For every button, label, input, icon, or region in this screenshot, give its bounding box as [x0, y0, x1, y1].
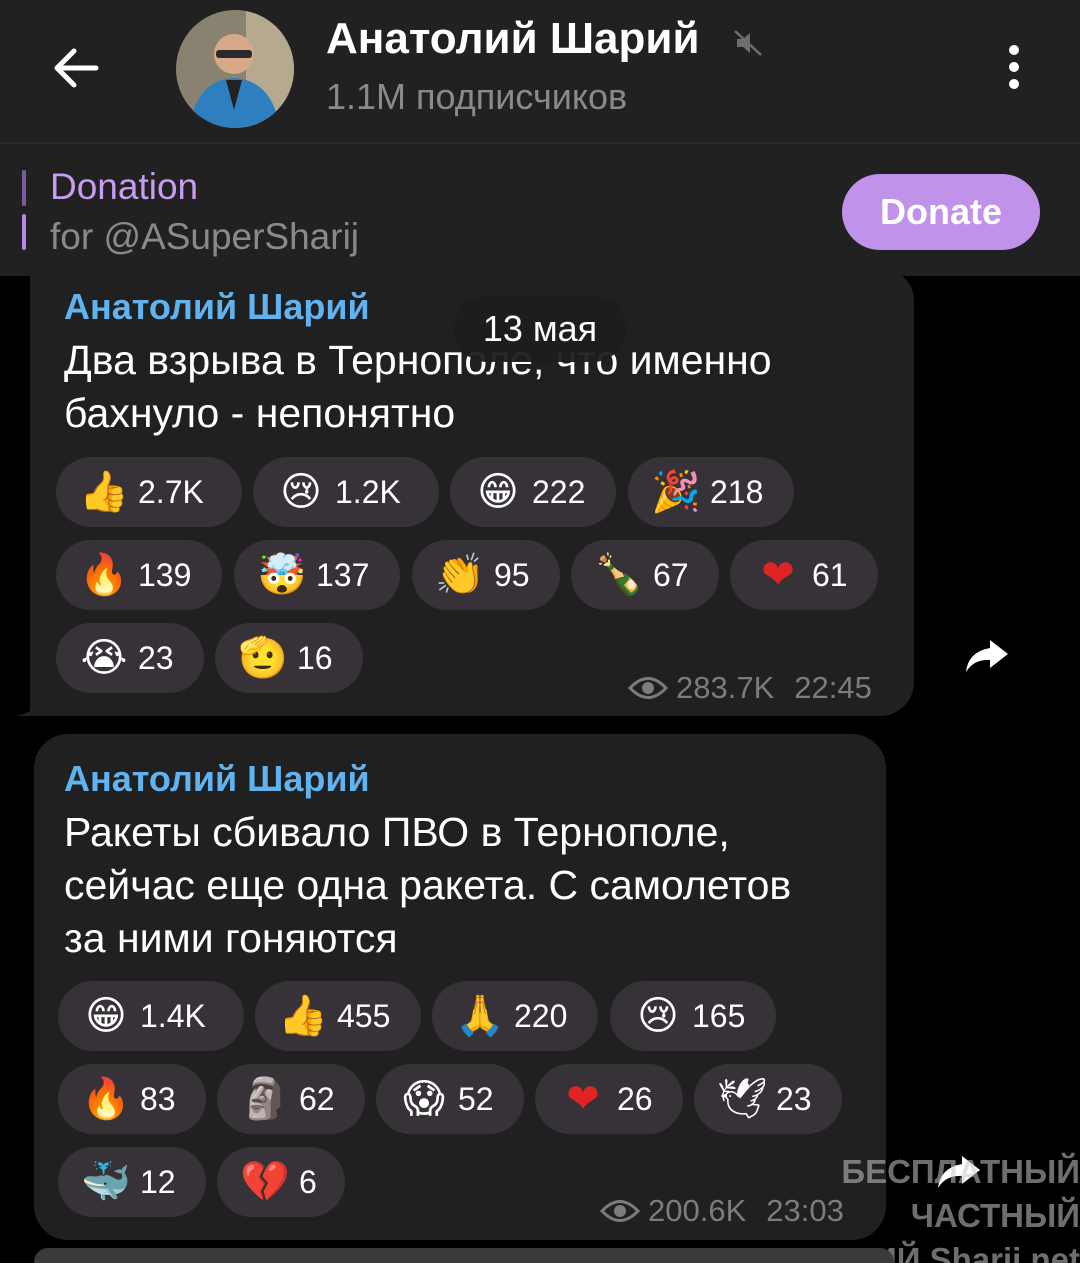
message-meta: 283.7K 22:45 — [628, 670, 872, 706]
reaction-count: 6 — [299, 1163, 317, 1200]
reaction-chip[interactable]: ❤ 61 — [730, 540, 878, 610]
message-text-line: бахнуло - непонятно — [64, 390, 456, 436]
muted-speaker-icon — [734, 30, 762, 56]
eye-icon — [628, 677, 668, 699]
reaction-chip[interactable]: 🗿 62 — [217, 1064, 365, 1134]
message-text-line: за ними гоняются — [64, 915, 398, 961]
moai-icon: 🗿 — [240, 1076, 290, 1122]
thumbs-up-icon: 👍 — [79, 469, 129, 515]
reaction-count: 222 — [532, 473, 586, 510]
fire-icon: 🔥 — [79, 552, 129, 598]
subscriber-count: 1.1M подписчиков — [326, 76, 628, 117]
reaction-count: 220 — [514, 997, 568, 1034]
reaction-chip[interactable]: 🐳 12 — [58, 1147, 206, 1217]
reaction-count: 83 — [140, 1080, 176, 1117]
message-author[interactable]: Анатолий Шарий — [64, 758, 370, 800]
folded-hands-icon: 🙏 — [455, 993, 505, 1039]
reaction-count: 218 — [710, 473, 764, 510]
fire-icon: 🔥 — [81, 1076, 131, 1122]
reaction-count: 61 — [812, 556, 848, 593]
pinned-message[interactable]: Donation for @ASuperSharij Donate — [0, 142, 1080, 276]
reaction-chip[interactable]: 🙏 220 — [432, 981, 598, 1051]
reaction-chip[interactable]: 🍾 67 — [571, 540, 719, 610]
reaction-chip[interactable]: 🎉 218 — [628, 457, 794, 527]
reaction-chip[interactable]: 😭 23 — [56, 623, 204, 693]
reaction-chip[interactable]: ❤ 26 — [535, 1064, 683, 1134]
reaction-chip[interactable]: 🕊 23 — [694, 1064, 842, 1134]
message-time: 22:45 — [794, 670, 872, 705]
bubble-tail — [16, 698, 46, 716]
thumbs-up-icon: 👍 — [278, 993, 328, 1039]
donate-button[interactable]: Donate — [842, 174, 1040, 250]
reaction-count: 23 — [138, 639, 174, 676]
message-author[interactable]: Анатолий Шарий — [64, 286, 370, 328]
reaction-count: 12 — [140, 1163, 176, 1200]
clapping-hands-icon: 👏 — [435, 552, 485, 598]
reaction-chip[interactable]: 👍 2.7K — [56, 457, 242, 527]
reaction-count: 2.7K — [138, 473, 204, 510]
reaction-count: 139 — [138, 556, 192, 593]
reaction-count: 52 — [458, 1080, 494, 1117]
reaction-count: 165 — [692, 997, 746, 1034]
red-heart-icon: ❤ — [566, 1076, 600, 1122]
grinning-face-icon: 😁 — [477, 469, 519, 515]
channel-title[interactable]: Анатолий Шарий — [326, 14, 700, 64]
reaction-count: 26 — [617, 1080, 653, 1117]
reaction-count: 1.2K — [335, 473, 401, 510]
loudly-crying-face-icon: 😭 — [80, 635, 128, 681]
whale-icon: 🐳 — [81, 1159, 131, 1205]
eye-icon — [600, 1200, 640, 1222]
watermark-line: БЕСПЛАТНЫЙ ЧАСТНЫЙ — [841, 1153, 1080, 1234]
reaction-count: 1.4K — [140, 997, 206, 1034]
reaction-chip[interactable]: 😱 52 — [376, 1064, 524, 1134]
kebab-menu-icon[interactable] — [996, 42, 1032, 92]
crying-face-icon: 😢 — [280, 469, 322, 515]
view-count: 283.7K — [676, 670, 775, 705]
party-popper-icon: 🎉 — [651, 469, 701, 515]
reaction-count: 455 — [337, 997, 391, 1034]
reaction-count: 23 — [776, 1080, 812, 1117]
screaming-face-icon: 😱 — [403, 1076, 445, 1122]
pinned-indicator — [22, 170, 26, 206]
reaction-chip[interactable]: 🔥 139 — [56, 540, 222, 610]
reaction-chip[interactable]: 😁 1.4K — [58, 981, 244, 1051]
reaction-chip[interactable]: 🫡 16 — [215, 623, 363, 693]
chat-header: Анатолий Шарий 1.1M подписчиков — [0, 0, 1080, 142]
exploding-head-icon: 🤯 — [257, 552, 307, 598]
next-message-edge — [34, 1248, 894, 1263]
reaction-chip[interactable]: 😢 165 — [610, 981, 776, 1051]
reaction-count: 67 — [653, 556, 689, 593]
champagne-icon: 🍾 — [594, 552, 644, 598]
reaction-count: 137 — [316, 556, 370, 593]
reaction-count: 16 — [297, 639, 333, 676]
reaction-chip[interactable]: 😢 1.2K — [253, 457, 439, 527]
pinned-subtitle: for @ASuperSharij — [50, 216, 360, 257]
crying-face-icon: 😢 — [637, 993, 679, 1039]
watermark: БЕСПЛАТНЫЙ ЧАСТНЫЙ ШАРИЙ Sharij.net — [690, 1150, 1080, 1263]
reaction-count: 62 — [299, 1080, 335, 1117]
red-heart-icon: ❤ — [761, 552, 795, 598]
channel-avatar[interactable] — [176, 10, 294, 128]
share-icon[interactable] — [962, 636, 1010, 676]
reaction-chip[interactable]: 👍 455 — [255, 981, 421, 1051]
date-separator: 13 мая — [454, 296, 626, 362]
reaction-chip[interactable]: 👏 95 — [412, 540, 560, 610]
pinned-indicator — [22, 214, 26, 250]
reaction-count: 95 — [494, 556, 530, 593]
reaction-chip[interactable]: 🔥 83 — [58, 1064, 206, 1134]
reaction-chip[interactable]: 😁 222 — [450, 457, 616, 527]
message-text-line: Два взрыва в Тернополе, что именно — [64, 337, 772, 383]
dove-icon: 🕊 — [716, 1076, 768, 1122]
pinned-title: Donation — [50, 166, 199, 207]
message-text-line: сейчас еще одна ракета. С самолетов — [64, 862, 792, 908]
grinning-face-icon: 😁 — [85, 993, 127, 1039]
arrow-left-icon[interactable] — [46, 38, 106, 98]
message-text-line: Ракеты сбивало ПВО в Тернополе, — [64, 809, 730, 855]
broken-heart-icon: 💔 — [240, 1159, 290, 1205]
reaction-chip[interactable]: 💔 6 — [217, 1147, 345, 1217]
saluting-face-icon: 🫡 — [238, 635, 288, 681]
reaction-chip[interactable]: 🤯 137 — [234, 540, 400, 610]
